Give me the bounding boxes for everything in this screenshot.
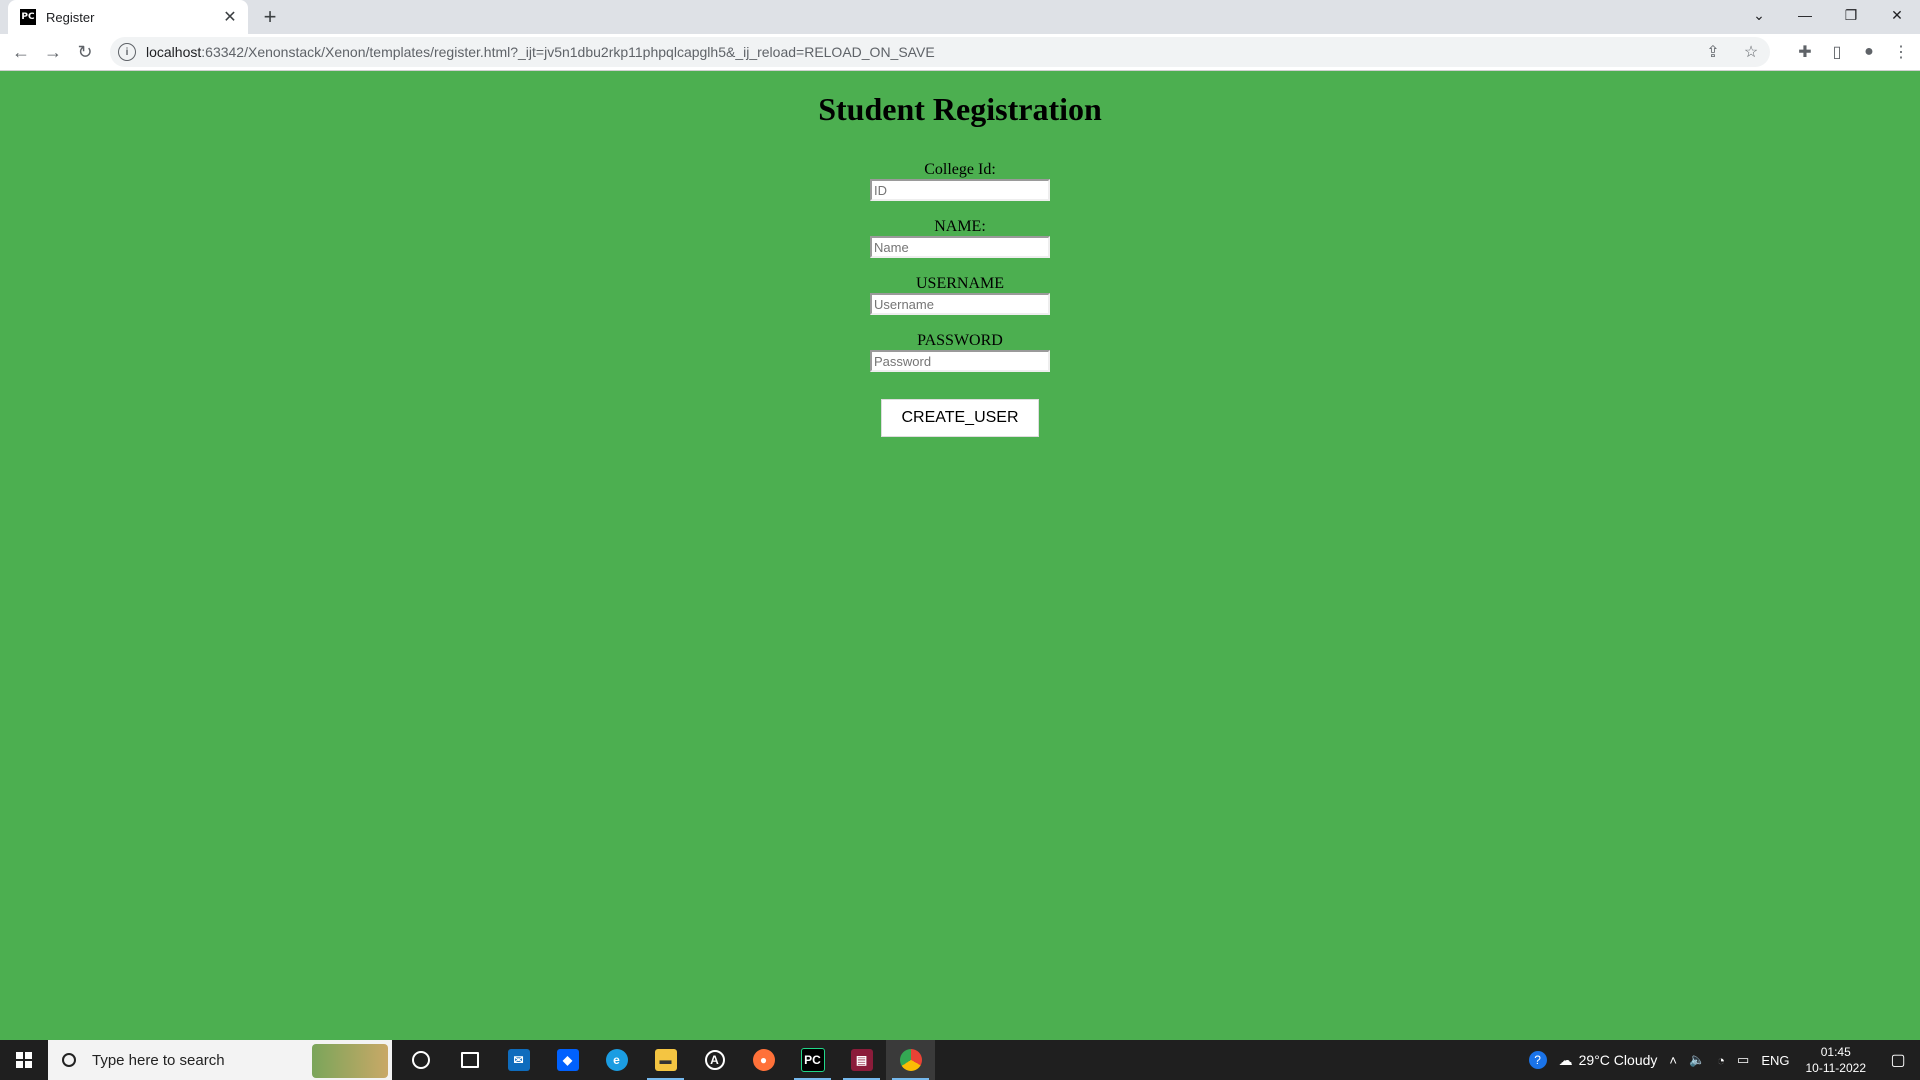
tab-search-icon[interactable]: ⌄ [1736, 0, 1782, 30]
window-controls: ⌄ — ❐ ✕ [1736, 0, 1920, 30]
college-id-input[interactable] [870, 179, 1050, 201]
search-icon [62, 1053, 76, 1067]
menu-kebab-icon[interactable]: ⋮ [1890, 41, 1912, 63]
forward-icon[interactable]: → [40, 39, 66, 65]
side-panel-icon[interactable]: ▯ [1826, 41, 1848, 63]
pycharm-icon[interactable]: PC [788, 1040, 837, 1080]
url-text[interactable]: localhost:63342/Xenonstack/Xenon/templat… [146, 44, 935, 60]
clock-time: 01:45 [1820, 1045, 1851, 1059]
unity-icon[interactable]: A [690, 1040, 739, 1080]
help-icon[interactable]: ? [1523, 1051, 1553, 1069]
clock-date: 10-11-2022 [1805, 1061, 1867, 1075]
close-tab-icon[interactable]: ✕ [220, 7, 240, 27]
extensions-icon[interactable]: ✚ [1794, 41, 1816, 63]
start-button[interactable] [0, 1040, 48, 1080]
share-icon[interactable]: ⇪ [1702, 41, 1724, 63]
url-host: localhost [146, 44, 202, 60]
password-field-group: PASSWORD [860, 332, 1060, 372]
page-title: Student Registration [818, 91, 1102, 127]
college-id-field-group: College Id: [860, 161, 1060, 201]
language-indicator[interactable]: ENG [1755, 1053, 1795, 1068]
page-content: Student Registration College Id: NAME: U… [0, 71, 1920, 1039]
firefox-icon[interactable]: ● [739, 1040, 788, 1080]
weather-widget[interactable]: ☁ 29°C Cloudy [1553, 1052, 1664, 1069]
cortana-icon[interactable] [396, 1040, 445, 1080]
edge-icon[interactable]: e [592, 1040, 641, 1080]
tab-title: Register [46, 9, 95, 25]
bookmark-star-icon[interactable]: ☆ [1740, 41, 1762, 63]
back-icon[interactable]: ← [8, 39, 34, 65]
site-info-icon[interactable]: i [118, 43, 136, 61]
notifications-icon[interactable]: ▢ [1876, 1040, 1920, 1080]
cloud-icon: ☁ [1558, 1051, 1573, 1068]
show-hidden-icons-icon[interactable]: ˄ [1663, 1053, 1683, 1068]
new-tab-icon[interactable]: + [258, 4, 282, 29]
name-label: NAME: [934, 218, 986, 235]
name-input[interactable] [870, 236, 1050, 258]
taskbar-apps: ✉ ◆ e ▬ A ● PC ▤ [396, 1040, 935, 1080]
weather-text: 29°C Cloudy [1578, 1052, 1658, 1068]
name-field-group: NAME: [860, 218, 1060, 258]
network-icon[interactable]: ◔ [1711, 1053, 1731, 1068]
username-field-group: USERNAME [860, 275, 1060, 315]
profile-avatar-icon[interactable]: ● [1858, 41, 1880, 63]
mail-icon[interactable]: ✉ [494, 1040, 543, 1080]
toolbar-actions: ✚ ▯ ● ⋮ [1794, 41, 1912, 63]
username-input[interactable] [870, 293, 1050, 315]
system-tray: ? ☁ 29°C Cloudy ˄ 🔈 ◔ ▭ ENG 01:45 10-11-2… [1523, 1040, 1920, 1080]
browser-toolbar: ← → ↻ i localhost:63342/Xenonstack/Xenon… [0, 34, 1920, 71]
minimize-icon[interactable]: — [1782, 0, 1828, 30]
search-highlight-illustration [312, 1044, 388, 1078]
clock[interactable]: 01:45 10-11-2022 [1796, 1044, 1877, 1076]
battery-icon[interactable]: ▭ [1731, 1052, 1755, 1068]
password-label: PASSWORD [917, 332, 1003, 349]
search-placeholder: Type here to search [92, 1051, 225, 1069]
restore-icon[interactable]: ❐ [1828, 0, 1874, 30]
winrar-icon[interactable]: ▤ [837, 1040, 886, 1080]
pycharm-favicon-icon: PC [20, 9, 36, 25]
task-view-icon[interactable] [445, 1040, 494, 1080]
chrome-icon[interactable] [886, 1040, 935, 1080]
windows-logo-icon [16, 1052, 32, 1068]
username-label: USERNAME [915, 275, 1004, 292]
password-input[interactable] [870, 350, 1050, 372]
windows-taskbar: Type here to search ✉ ◆ e ▬ A ● PC ▤ ? ☁… [0, 1040, 1920, 1080]
file-explorer-icon[interactable]: ▬ [641, 1040, 690, 1080]
college-id-label: College Id: [924, 161, 996, 178]
taskbar-search[interactable]: Type here to search [48, 1040, 392, 1080]
address-bar[interactable]: i localhost:63342/Xenonstack/Xenon/templ… [110, 37, 1770, 67]
url-path: :63342/Xenonstack/Xenon/templates/regist… [201, 44, 935, 60]
create-user-button[interactable]: CREATE_USER [881, 399, 1039, 437]
tab-strip: PC Register ✕ + ⌄ — ❐ ✕ [0, 0, 1920, 34]
reload-icon[interactable]: ↻ [72, 39, 98, 65]
omnibox-actions: ⇪ ☆ [1702, 41, 1762, 63]
volume-icon[interactable]: 🔈 [1683, 1052, 1711, 1068]
screen: PC Register ✕ + ⌄ — ❐ ✕ ← → ↻ i localhos… [0, 0, 1920, 1080]
dropbox-icon[interactable]: ◆ [543, 1040, 592, 1080]
browser-tab[interactable]: PC Register ✕ [8, 0, 248, 34]
close-window-icon[interactable]: ✕ [1874, 0, 1920, 30]
